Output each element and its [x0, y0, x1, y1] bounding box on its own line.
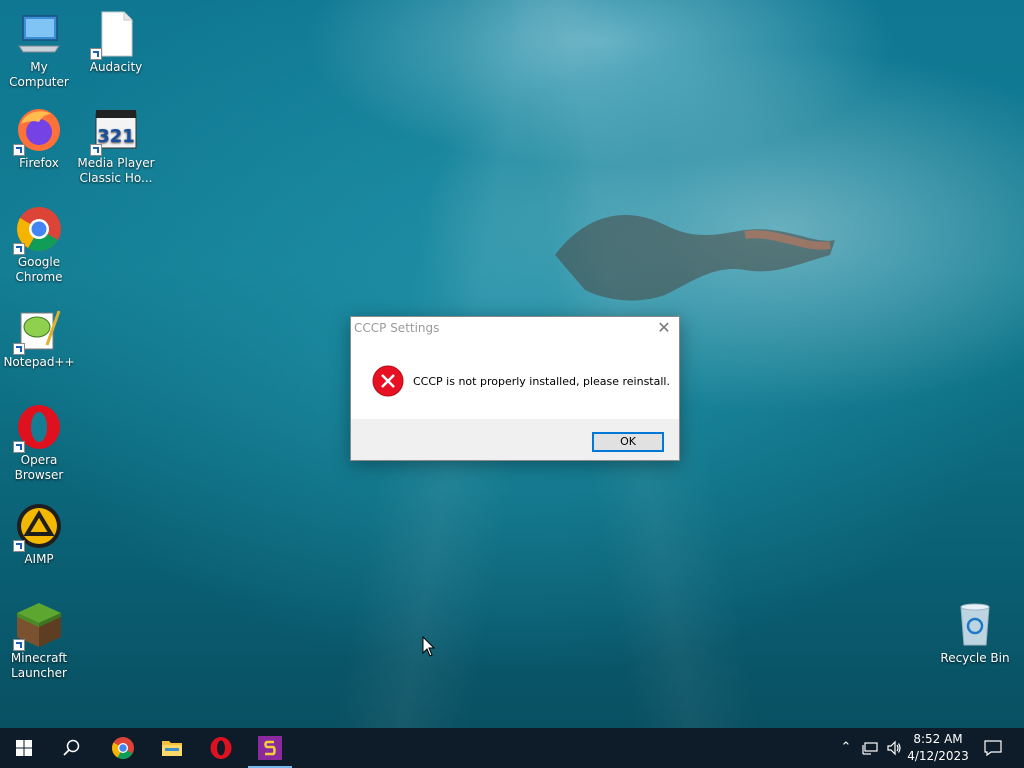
clock-time: 8:52 AM	[913, 732, 963, 746]
desktop-icon-media-player-classic[interactable]: 321 Media Player Classic Ho...	[77, 106, 155, 186]
clock-date: 4/12/2023	[907, 749, 969, 763]
shortcut-arrow-icon	[13, 639, 25, 651]
taskbar-app-s[interactable]	[246, 728, 294, 768]
desktop-icon-notepadpp[interactable]: Notepad++	[0, 305, 78, 370]
dialog-footer: OK	[351, 419, 679, 460]
action-center-button[interactable]	[978, 728, 1008, 768]
desktop-icon-label: Media Player Classic Ho...	[77, 156, 155, 185]
taskbar-opera[interactable]	[197, 728, 245, 768]
volume-icon[interactable]	[886, 740, 902, 756]
shortcut-arrow-icon	[13, 343, 25, 355]
ok-button[interactable]: OK	[592, 432, 664, 452]
app-s-icon	[258, 736, 282, 760]
desktop-icon-firefox[interactable]: Firefox	[0, 106, 78, 171]
dialog-body: CCCP is not properly installed, please r…	[351, 339, 679, 419]
desktop-icon-opera[interactable]: Opera Browser	[0, 403, 78, 483]
mouse-cursor-icon	[422, 636, 436, 657]
desktop-icon-google-chrome[interactable]: Google Chrome	[0, 205, 78, 285]
computer-icon	[18, 15, 60, 53]
shortcut-arrow-icon	[90, 48, 102, 60]
recycle-bin-icon	[960, 603, 990, 646]
desktop-icon-label: AIMP	[24, 552, 54, 566]
desktop-icon-label: Google Chrome	[15, 255, 63, 284]
shortcut-arrow-icon	[13, 540, 25, 552]
desktop-icon-audacity[interactable]: Audacity	[77, 10, 155, 75]
taskbar-chrome[interactable]	[99, 728, 147, 768]
shortcut-arrow-icon	[13, 441, 25, 453]
desktop-icon-label: Opera Browser	[14, 453, 64, 482]
shortcut-arrow-icon	[13, 243, 25, 255]
wallpaper-swimmer	[555, 215, 835, 301]
close-button[interactable]: ✕	[649, 317, 679, 339]
desktop-icon-label: My Computer	[9, 60, 69, 89]
opera-icon	[210, 737, 232, 759]
network-icon[interactable]	[862, 740, 878, 756]
svg-text:321: 321	[97, 126, 135, 147]
desktop-icon-label: Notepad++	[3, 355, 75, 369]
desktop-icon-aimp[interactable]: AIMP	[0, 502, 78, 567]
desktop-icon-label: Minecraft Launcher	[10, 651, 68, 680]
desktop-icon-label: Recycle Bin	[940, 651, 1010, 665]
shortcut-arrow-icon	[90, 144, 102, 156]
start-button[interactable]	[0, 728, 48, 768]
taskbar-clock[interactable]: 8:52 AM 4/12/2023	[902, 731, 974, 765]
dialog-title: CCCP Settings	[354, 321, 440, 335]
search-button[interactable]	[48, 728, 96, 768]
cccp-settings-dialog: CCCP Settings ✕ CCCP is not properly ins…	[350, 316, 680, 461]
chrome-icon	[112, 737, 134, 759]
error-icon	[372, 365, 404, 397]
taskbar-file-explorer[interactable]	[148, 728, 196, 768]
chevron-up-icon[interactable]: ⌃	[838, 740, 854, 756]
search-icon	[63, 739, 80, 756]
taskbar: ⌃ 8:52 AM 4/12/2023	[0, 728, 1024, 768]
dialog-titlebar[interactable]: CCCP Settings ✕	[351, 317, 679, 339]
dialog-message: CCCP is not properly installed, please r…	[413, 375, 670, 388]
desktop-icon-label: Firefox	[19, 156, 59, 170]
notification-icon	[984, 740, 1002, 756]
desktop-icon-minecraft-launcher[interactable]: Minecraft Launcher	[0, 601, 78, 681]
file-explorer-icon	[162, 741, 182, 756]
start-icon	[16, 740, 32, 756]
desktop-icon-label: Audacity	[89, 60, 143, 74]
shortcut-arrow-icon	[13, 144, 25, 156]
desktop-icon-recycle-bin[interactable]: Recycle Bin	[936, 601, 1014, 666]
desktop-icon-my-computer[interactable]: My Computer	[0, 10, 78, 90]
